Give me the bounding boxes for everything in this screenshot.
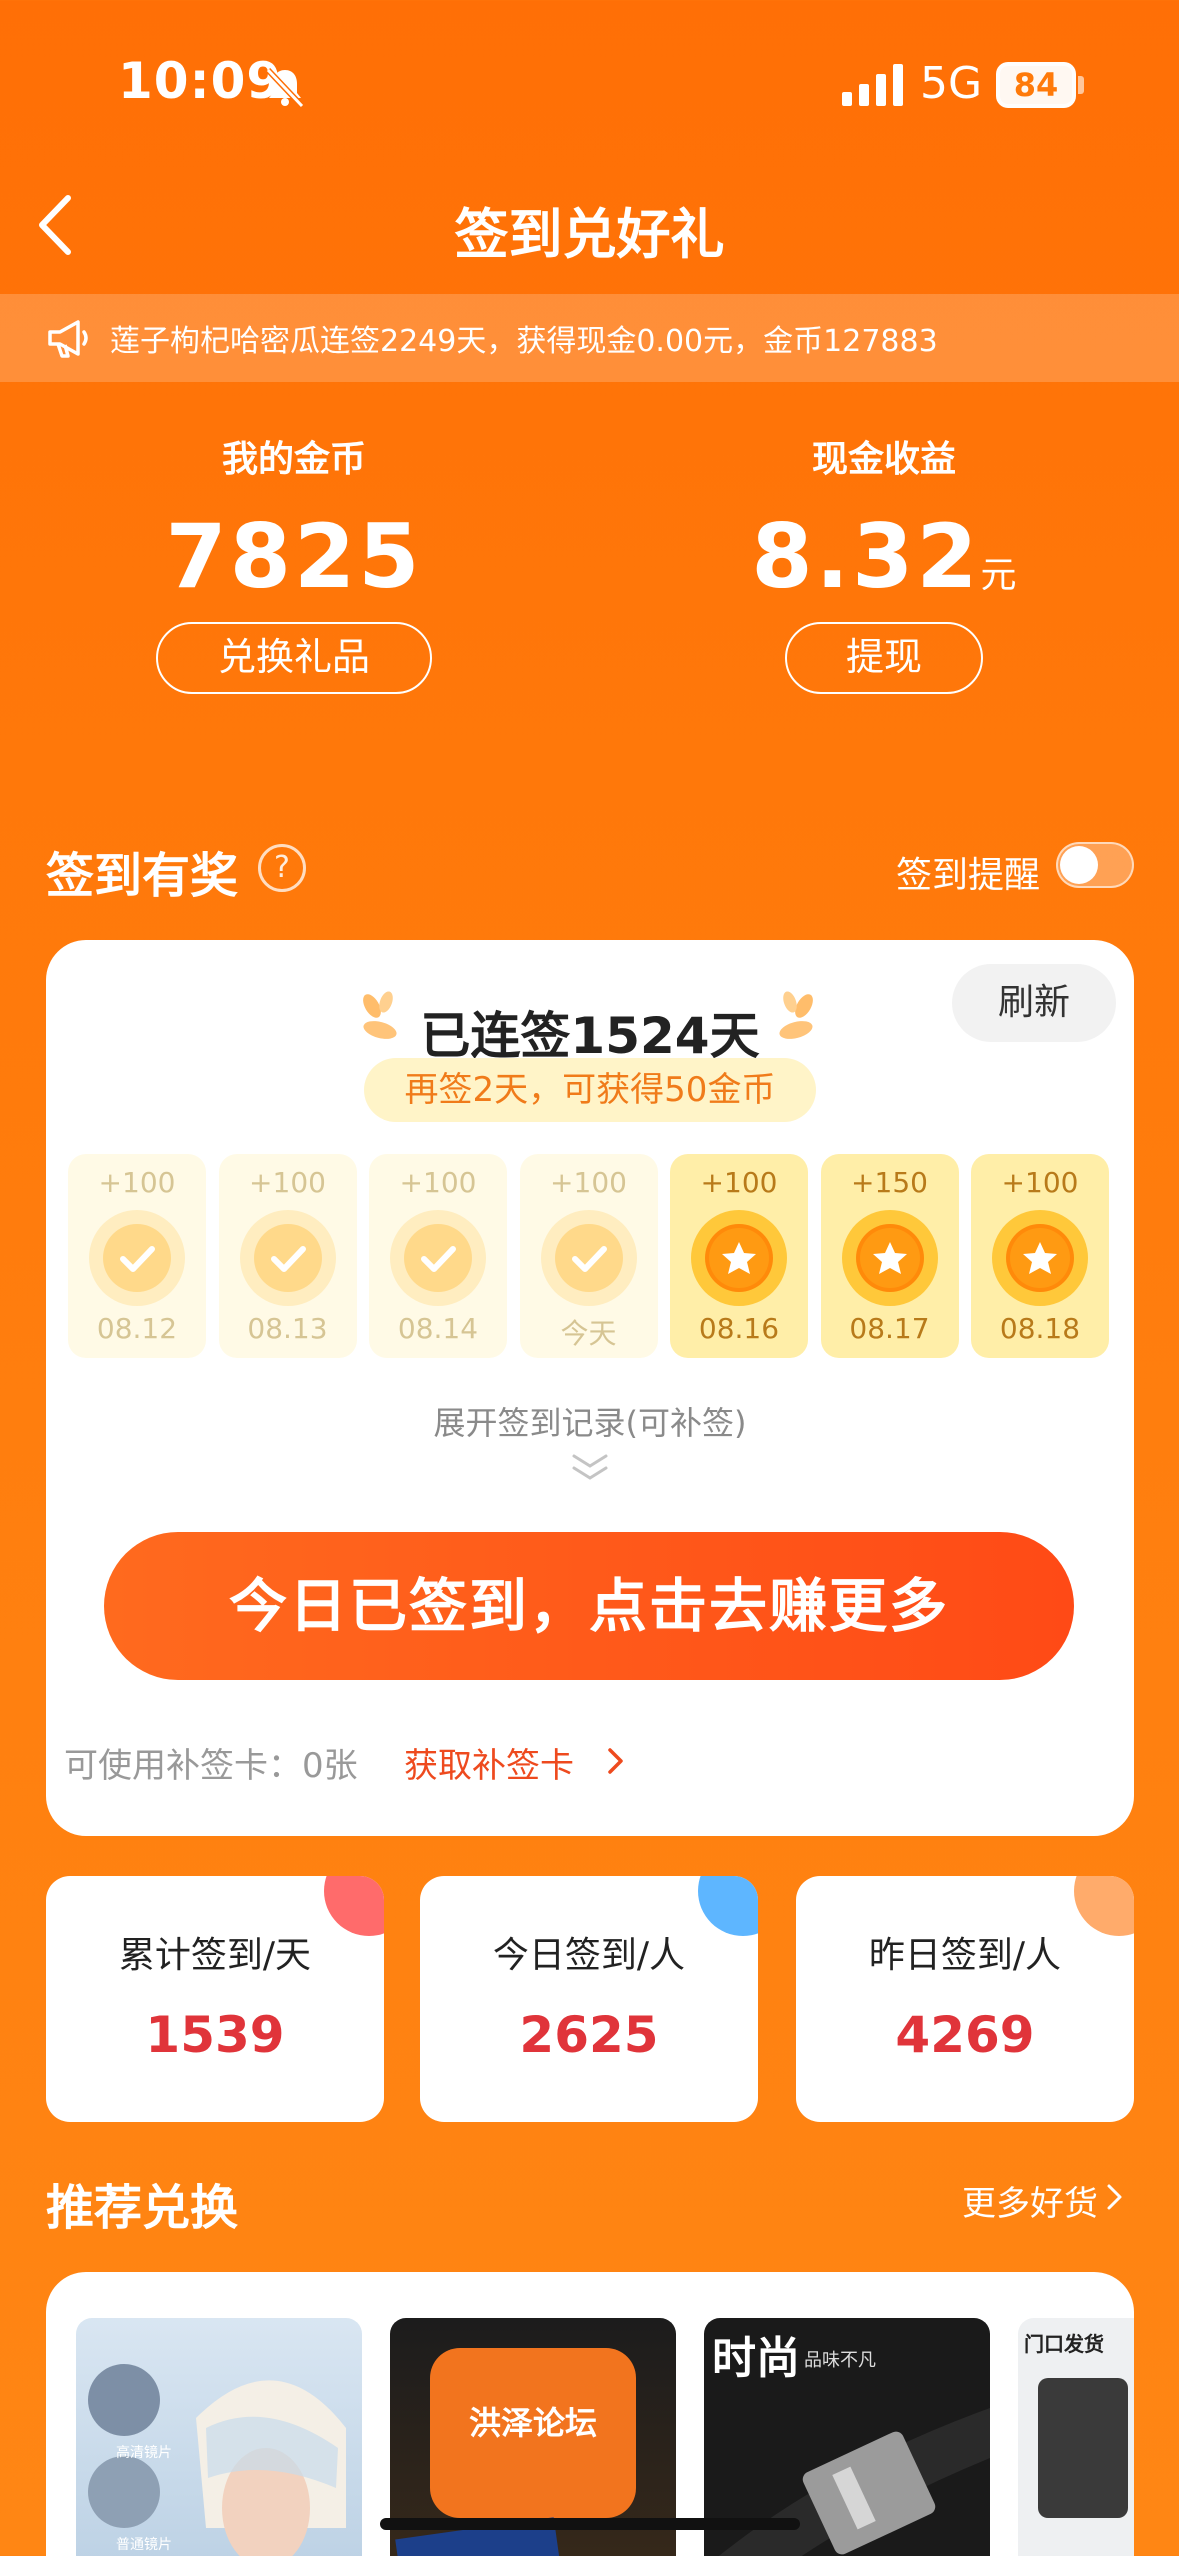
checkin-section-title: 签到有奖 (46, 848, 239, 904)
star-coin-icon (992, 1210, 1088, 1306)
check-coin-icon (239, 1210, 336, 1306)
makeup-card-count: 可使用补签卡：0张 (64, 1746, 358, 1786)
cash-value: 8.32 (751, 505, 981, 608)
check-coin-icon (89, 1210, 185, 1306)
stat-card: 昨日签到/人 4269 (796, 1876, 1134, 2122)
stat-value: 1539 (145, 2006, 285, 2064)
battery-icon: 84 (996, 62, 1076, 108)
stat-card: 今日签到/人 2625 (420, 1876, 758, 2122)
stat-label: 今日签到/人 (492, 1935, 686, 1976)
day-reward: +100 (1001, 1166, 1079, 1199)
day-date: 08.16 (698, 1312, 780, 1345)
day-cell[interactable]: +100 08.12 (68, 1154, 206, 1358)
star-coin-icon (691, 1210, 787, 1306)
battery-level: 84 (1013, 66, 1059, 104)
signal-icon (842, 64, 903, 106)
day-date: 08.12 (96, 1312, 178, 1345)
day-cell[interactable]: +100 08.16 (670, 1154, 808, 1358)
stat-value: 2625 (519, 2006, 659, 2064)
announcement-text: 莲子枸杞哈密瓜连签2249天，获得现金0.00元，金币127883 (110, 324, 938, 359)
reminder-label: 签到提醒 (896, 855, 1041, 896)
day-cell[interactable]: +100 今天 (519, 1154, 658, 1358)
day-date: 今天 (560, 1317, 617, 1350)
checkin-card: 已连签1524天 刷新 再签2天，可获得50金币 +100 08.12 +100 08… (46, 940, 1134, 1836)
day-date: 08.14 (397, 1312, 479, 1345)
help-icon[interactable]: ? (258, 844, 306, 892)
reminder-toggle[interactable] (1056, 842, 1134, 888)
day-cell[interactable]: +100 08.18 (971, 1154, 1109, 1358)
more-goods-link[interactable]: 更多好货 (962, 2176, 1098, 2225)
get-makeup-card-link[interactable]: 获取补签卡 (404, 1738, 574, 1787)
caption-normal-lens: 普通镜片 (116, 2537, 172, 2553)
day-cell[interactable]: +150 08.17 (820, 1154, 959, 1358)
coins-label: 我的金币 (221, 439, 366, 480)
product-helmet[interactable]: 高清镜片 普通镜片 (76, 2318, 362, 2556)
battery-tip (1078, 76, 1084, 94)
home-indicator (380, 2518, 800, 2530)
stat-label: 昨日签到/人 (868, 1935, 1062, 1976)
day-reward: +100 (98, 1166, 176, 1199)
day-reward: +100 (249, 1166, 326, 1199)
day-reward: +150 (851, 1166, 928, 1199)
cash-label: 现金收益 (811, 439, 956, 480)
star-coin-icon (841, 1210, 938, 1306)
day-reward: +100 (399, 1166, 477, 1199)
check-coin-icon (540, 1210, 637, 1306)
day-date: 08.17 (849, 1312, 930, 1345)
day-cell[interactable]: +100 08.14 (369, 1154, 507, 1358)
organizer-graphic (1038, 2378, 1128, 2518)
speaker-text: 洪泽论坛 (468, 2404, 597, 2442)
stat-value: 4269 (895, 2006, 1035, 2064)
product-organizer[interactable]: 门口发货 (1018, 2318, 1134, 2556)
recommend-section-title: 推荐兑换 (46, 2180, 239, 2236)
network-type: 5G (920, 58, 983, 109)
expand-record-link[interactable]: 展开签到记录(可补签) (46, 1398, 1134, 1444)
day-reward: +100 (700, 1166, 778, 1199)
day-reward: +100 (550, 1166, 627, 1199)
helmet-image (88, 2364, 346, 2556)
day-date: 08.18 (999, 1312, 1081, 1345)
organizer-text: 门口发货 (1024, 2332, 1104, 2356)
check-coin-icon (390, 1210, 486, 1306)
earn-more-button[interactable]: 今日已签到，点击去赚更多 (104, 1532, 1074, 1680)
bonus-tip: 再签2天，可获得50金币 (364, 1058, 816, 1122)
stat-card: 累计签到/天 1539 (46, 1876, 384, 2122)
chevron-right-icon[interactable] (602, 1746, 628, 1776)
bell-muted-icon (265, 67, 305, 109)
page-title: 签到兑好礼 (454, 203, 725, 266)
coins-value: 7825 (165, 505, 423, 608)
stat-label: 累计签到/天 (118, 1935, 312, 1976)
cash-value-wrap: 8.32元 (684, 505, 1084, 608)
announcement-bar: 莲子枸杞哈密瓜连签2249天，获得现金0.00元，金币127883 (0, 294, 1179, 382)
day-date: 08.13 (247, 1312, 328, 1345)
megaphone-icon (48, 320, 88, 358)
double-chevron-down-icon[interactable] (566, 1450, 614, 1486)
refresh-button[interactable]: 刷新 (952, 964, 1116, 1042)
cash-unit: 元 (980, 555, 1017, 596)
caption-hd-lens: 高清镜片 (116, 2445, 172, 2461)
withdraw-button[interactable]: 提现 (785, 622, 983, 694)
redeem-gift-button[interactable]: 兑换礼品 (156, 622, 432, 694)
toggle-knob (1060, 846, 1098, 884)
chevron-right-icon[interactable] (1104, 2182, 1126, 2212)
status-time: 10:09 (118, 52, 283, 110)
day-cell[interactable]: +100 08.13 (218, 1154, 357, 1358)
recommend-card: 高清镜片 普通镜片 洪泽论坛 时尚 品味不凡 门口发货 (46, 2272, 1134, 2556)
